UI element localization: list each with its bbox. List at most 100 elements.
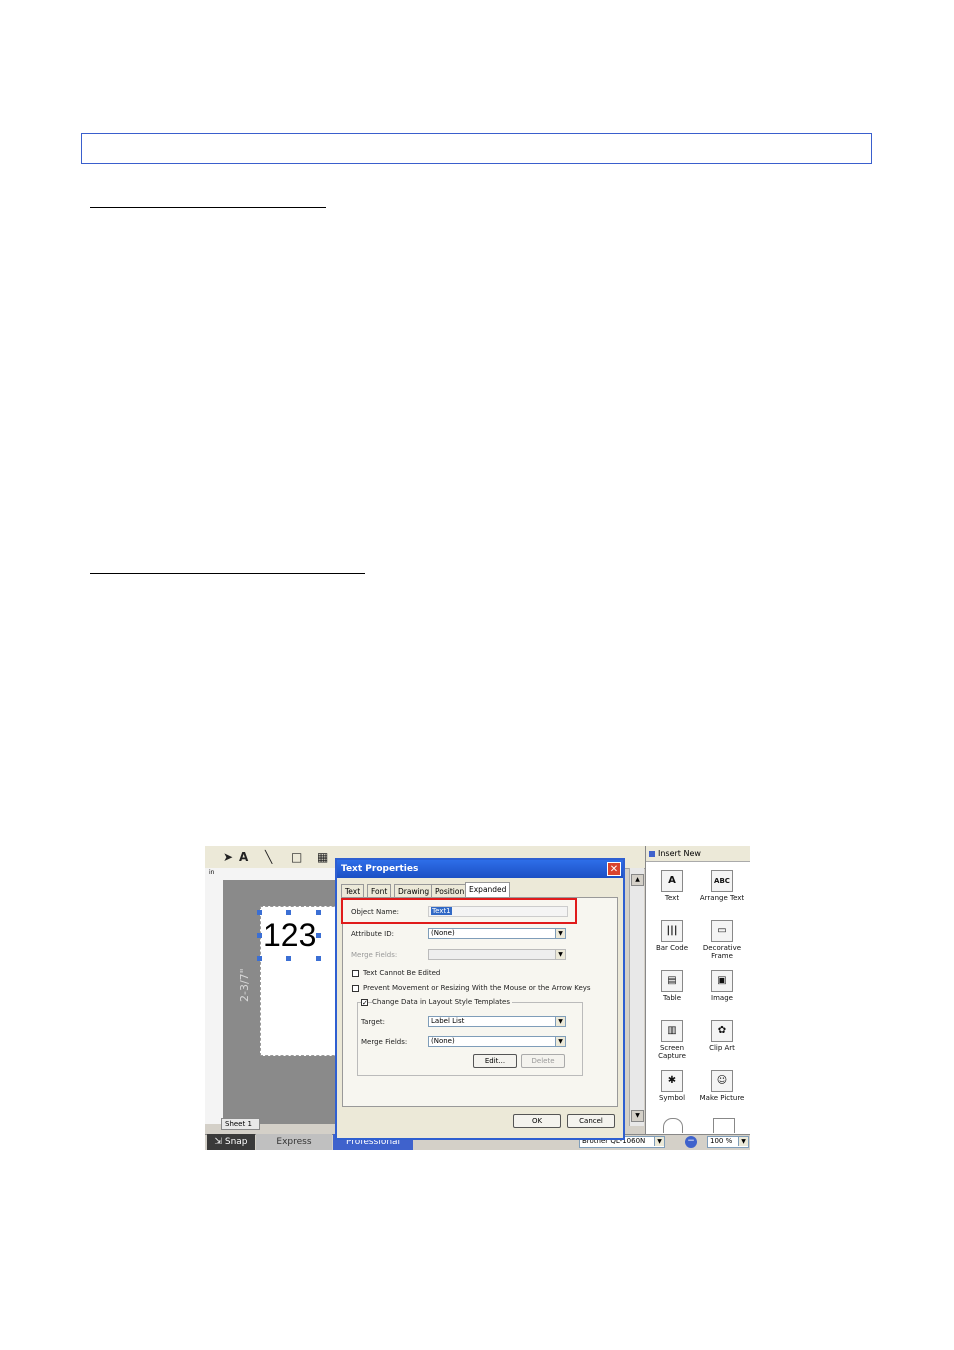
panel-square-icon [649,851,655,857]
insert-item-label: Make Picture [699,1094,745,1102]
expanded-tab-panel: Object Name: Text1 Attribute ID: (None) … [342,897,618,1107]
zoom-out-icon[interactable]: − [685,1136,697,1148]
insert-item-screen-capture[interactable]: ▥ Screen Capture [647,1020,697,1060]
scroll-down-icon[interactable]: ▼ [631,1110,644,1122]
resize-handle[interactable] [286,910,291,915]
zoom-value: 100 % [710,1137,733,1145]
list-icon[interactable] [713,1118,735,1133]
chevron-down-icon: ▼ [738,1137,748,1146]
chevron-down-icon: ▼ [654,1137,664,1146]
scroll-up-icon[interactable]: ▲ [631,874,644,886]
mode-tab-label: Snap [224,1137,248,1147]
insert-item-decorative-frame[interactable]: ▭ Decorative Frame [697,920,747,960]
tab-font[interactable]: Font [367,884,392,898]
text-tool-icon[interactable]: A [239,850,248,864]
change-data-checkbox[interactable]: ✓ [361,999,368,1007]
target-value: Label List [431,1017,465,1025]
tab-drawing[interactable]: Drawing [394,884,434,898]
resize-handle[interactable] [316,956,321,961]
insert-item-label: Decorative Frame [702,944,742,960]
resize-handle[interactable] [257,933,262,938]
insert-item-bar-code[interactable]: ||| Bar Code [647,920,697,952]
selected-text-object[interactable]: 123 [263,918,316,952]
table-tool-icon[interactable]: ▦ [317,850,328,864]
insert-new-header: Insert New [646,846,750,862]
cancel-button[interactable]: Cancel [567,1114,615,1128]
chevron-down-icon: ▼ [555,950,565,959]
insert-item-make-picture[interactable]: ☺ Make Picture [697,1070,747,1102]
chevron-down-icon: ▼ [555,1017,565,1026]
attribute-id-label: Attribute ID: [351,930,394,938]
line-tool-icon[interactable]: ╲ [265,850,272,864]
insert-item-clip-art[interactable]: ✿ Clip Art [697,1020,747,1052]
insert-item-label: Table [662,994,682,1002]
tab-text[interactable]: Text [341,884,365,898]
insert-item-image[interactable]: ▣ Image [697,970,747,1002]
resize-handle[interactable] [257,956,262,961]
dialog-title: Text Properties [337,860,623,878]
arrange-text-icon: ABC [711,870,733,892]
tab-position[interactable]: Position [431,884,469,898]
insert-item-label: Screen Capture [658,1044,686,1060]
insert-item-label: Symbol [658,1094,686,1102]
document-header-box [81,133,872,164]
resize-handle[interactable] [286,956,291,961]
insert-item-label: Text [664,894,680,902]
snap-icon: ⇲ [214,1137,225,1147]
clock-icon[interactable] [663,1118,683,1133]
text-cannot-edit-label: Text Cannot Be Edited [363,969,441,977]
insert-item-label: Arrange Text [699,894,745,902]
insert-item-label: Clip Art [709,1044,735,1052]
resize-handle[interactable] [257,910,262,915]
sheet-tab[interactable]: Sheet 1 [221,1118,260,1130]
close-icon[interactable]: ✕ [607,862,621,876]
resize-handle[interactable] [316,933,321,938]
mode-tab-snap[interactable]: ⇲ Snap [207,1134,255,1150]
chevron-down-icon: ▼ [555,929,565,938]
insert-item-table[interactable]: ▤ Table [647,970,697,1002]
group-merge-fields-label: Merge Fields: [361,1038,408,1046]
merge-fields-label: Merge Fields: [351,951,398,959]
vertical-scrollbar[interactable]: ▲ ▼ [629,868,644,1126]
insert-item-label: Image [711,994,733,1002]
group-merge-fields-select[interactable]: (None) ▼ [428,1036,566,1047]
object-name-highlight-box [341,898,577,924]
ok-button[interactable]: OK [513,1114,561,1128]
text-cannot-edit-checkbox[interactable] [352,970,359,977]
tab-expanded[interactable]: Expanded [465,882,511,898]
insert-item-text[interactable]: A Text [647,870,697,902]
chevron-down-icon: ▼ [555,1037,565,1046]
clip-art-icon: ✿ [711,1020,733,1042]
insert-new-panel: Insert New A Text ABC Arrange Text ||| B… [645,846,750,1134]
zoom-select[interactable]: 100 % ▼ [707,1136,749,1148]
image-icon: ▣ [711,970,733,992]
merge-fields-select: ▼ [428,949,566,960]
section1-heading-underline [90,207,326,208]
group-merge-fields-value: (None) [431,1037,455,1045]
target-label: Target: [361,1018,386,1026]
section2-heading-underline [90,573,365,574]
make-picture-icon: ☺ [711,1070,733,1092]
table-icon: ▤ [661,970,683,992]
insert-new-title: Insert New [658,849,701,858]
prevent-movement-checkbox[interactable] [352,985,359,992]
barcode-icon: ||| [661,920,683,942]
resize-handle[interactable] [316,910,321,915]
edit-button[interactable]: Edit... [473,1054,517,1068]
ptouch-editor-screenshot: ➤ A ╲ □ ▦ in 123 2-3/7" Sheet 1 ⇲ Snap E… [205,846,750,1150]
pointer-icon[interactable]: ➤ [223,850,233,864]
change-data-label: Change Data in Layout Style Templates [372,998,512,1006]
text-icon: A [661,870,683,892]
insert-item-symbol[interactable]: ✱ Symbol [647,1070,697,1102]
insert-item-label: Bar Code [655,944,689,952]
attribute-id-select[interactable]: (None) ▼ [428,928,566,939]
target-select[interactable]: Label List ▼ [428,1016,566,1027]
ruler-unit: in [209,869,215,876]
frame-icon: ▭ [711,920,733,942]
mode-tab-express[interactable]: Express [256,1134,332,1150]
symbol-icon: ✱ [661,1070,683,1092]
rectangle-tool-icon[interactable]: □ [291,850,302,864]
insert-item-arrange-text[interactable]: ABC Arrange Text [697,870,747,902]
vertical-ruler [205,880,224,1124]
label-length-indicator: 2-3/7" [238,968,251,1002]
